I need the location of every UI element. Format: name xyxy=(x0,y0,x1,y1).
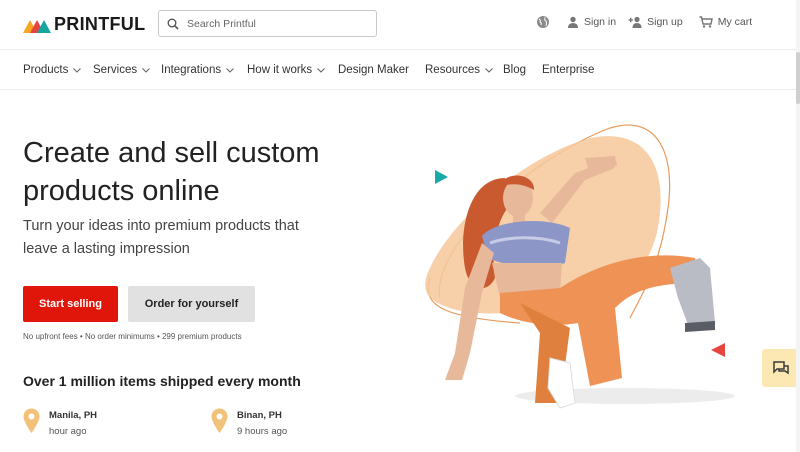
hero-title: Create and sell custom products online xyxy=(23,134,403,210)
hero-title-line-1: Create and sell custom xyxy=(23,137,320,169)
search-box[interactable] xyxy=(158,10,377,37)
chat-icon xyxy=(773,361,789,375)
cart-icon xyxy=(699,16,713,28)
nav-item-enterprise[interactable]: Enterprise xyxy=(542,64,594,76)
chevron-down-icon xyxy=(226,67,234,73)
chat-button[interactable] xyxy=(762,349,800,387)
decor-teal-triangle xyxy=(435,170,448,184)
order-for-yourself-button[interactable]: Order for yourself xyxy=(128,286,255,322)
cart-link[interactable]: My cart xyxy=(699,16,752,28)
top-header: PRINTFUL Sign in xyxy=(0,0,800,50)
nav-item-label: Services xyxy=(93,64,138,76)
chevron-down-icon xyxy=(485,67,493,73)
shipping-location: Manila, PH hour ago xyxy=(23,408,97,440)
nav-item-integrations[interactable]: Integrations xyxy=(161,64,234,76)
nav-item-label: How it works xyxy=(247,64,313,76)
sign-in-label: Sign in xyxy=(584,16,617,28)
search-icon xyxy=(167,18,179,30)
location-city: Binan, PH xyxy=(237,410,282,421)
nav-item-resources[interactable]: Resources xyxy=(425,64,493,76)
scrollbar-thumb[interactable] xyxy=(796,52,800,104)
location-time: 9 hours ago xyxy=(237,426,288,437)
logo[interactable]: PRINTFUL xyxy=(23,14,145,35)
location-city: Manila, PH xyxy=(49,410,98,421)
logo-wordmark: PRINTFUL xyxy=(54,14,146,34)
nav-item-label: Resources xyxy=(425,64,480,76)
hero-subtitle-line-1: Turn your ideas into premium products th… xyxy=(23,218,299,234)
user-icon xyxy=(568,16,578,28)
nav-item-how-it-works[interactable]: How it works xyxy=(247,64,326,76)
chevron-down-icon xyxy=(317,67,326,73)
sign-up-label: Sign up xyxy=(647,16,683,28)
nav-item-label: Blog xyxy=(503,64,527,76)
chevron-down-icon xyxy=(142,67,150,73)
shipping-location: Binan, PH 9 hours ago xyxy=(211,408,287,440)
start-selling-button[interactable]: Start selling xyxy=(23,286,118,322)
add-user-icon xyxy=(628,16,642,28)
map-pin-icon xyxy=(211,408,228,433)
hero-benefits-note: No upfront fees • No order minimums • 29… xyxy=(23,332,242,341)
hero-subtitle-line-2: leave a lasting impression xyxy=(23,241,190,257)
sign-up-link[interactable]: Sign up xyxy=(628,16,683,28)
nav-item-design-maker[interactable]: Design Maker xyxy=(338,64,409,76)
hero-illustration xyxy=(425,124,735,409)
nav-item-label: Integrations xyxy=(161,64,222,76)
cart-label: My cart xyxy=(717,16,753,28)
nav-item-products[interactable]: Products xyxy=(23,64,82,76)
nav-item-label: Design Maker xyxy=(338,64,409,76)
globe-icon xyxy=(537,16,549,28)
nav-item-label: Enterprise xyxy=(542,64,595,76)
header-actions: Sign in Sign up My cart xyxy=(536,15,752,29)
main-navigation: Products Services Integrations How it wo… xyxy=(0,51,800,90)
nav-item-services[interactable]: Services xyxy=(93,64,150,76)
hero-title-line-2: products online xyxy=(23,175,220,207)
map-pin-icon xyxy=(23,408,40,433)
chevron-down-icon xyxy=(73,67,82,73)
sign-in-link[interactable]: Sign in xyxy=(567,16,616,28)
decor-red-triangle xyxy=(711,343,725,357)
logo-mark-icon xyxy=(23,19,51,33)
language-button[interactable] xyxy=(536,15,550,29)
nav-item-blog[interactable]: Blog xyxy=(503,64,526,76)
search-input[interactable] xyxy=(187,17,357,30)
hero-subtitle: Turn your ideas into premium products th… xyxy=(23,215,343,261)
location-time: hour ago xyxy=(49,426,87,437)
shipping-heading: Over 1 million items shipped every month xyxy=(23,373,301,389)
nav-item-label: Products xyxy=(23,64,69,76)
